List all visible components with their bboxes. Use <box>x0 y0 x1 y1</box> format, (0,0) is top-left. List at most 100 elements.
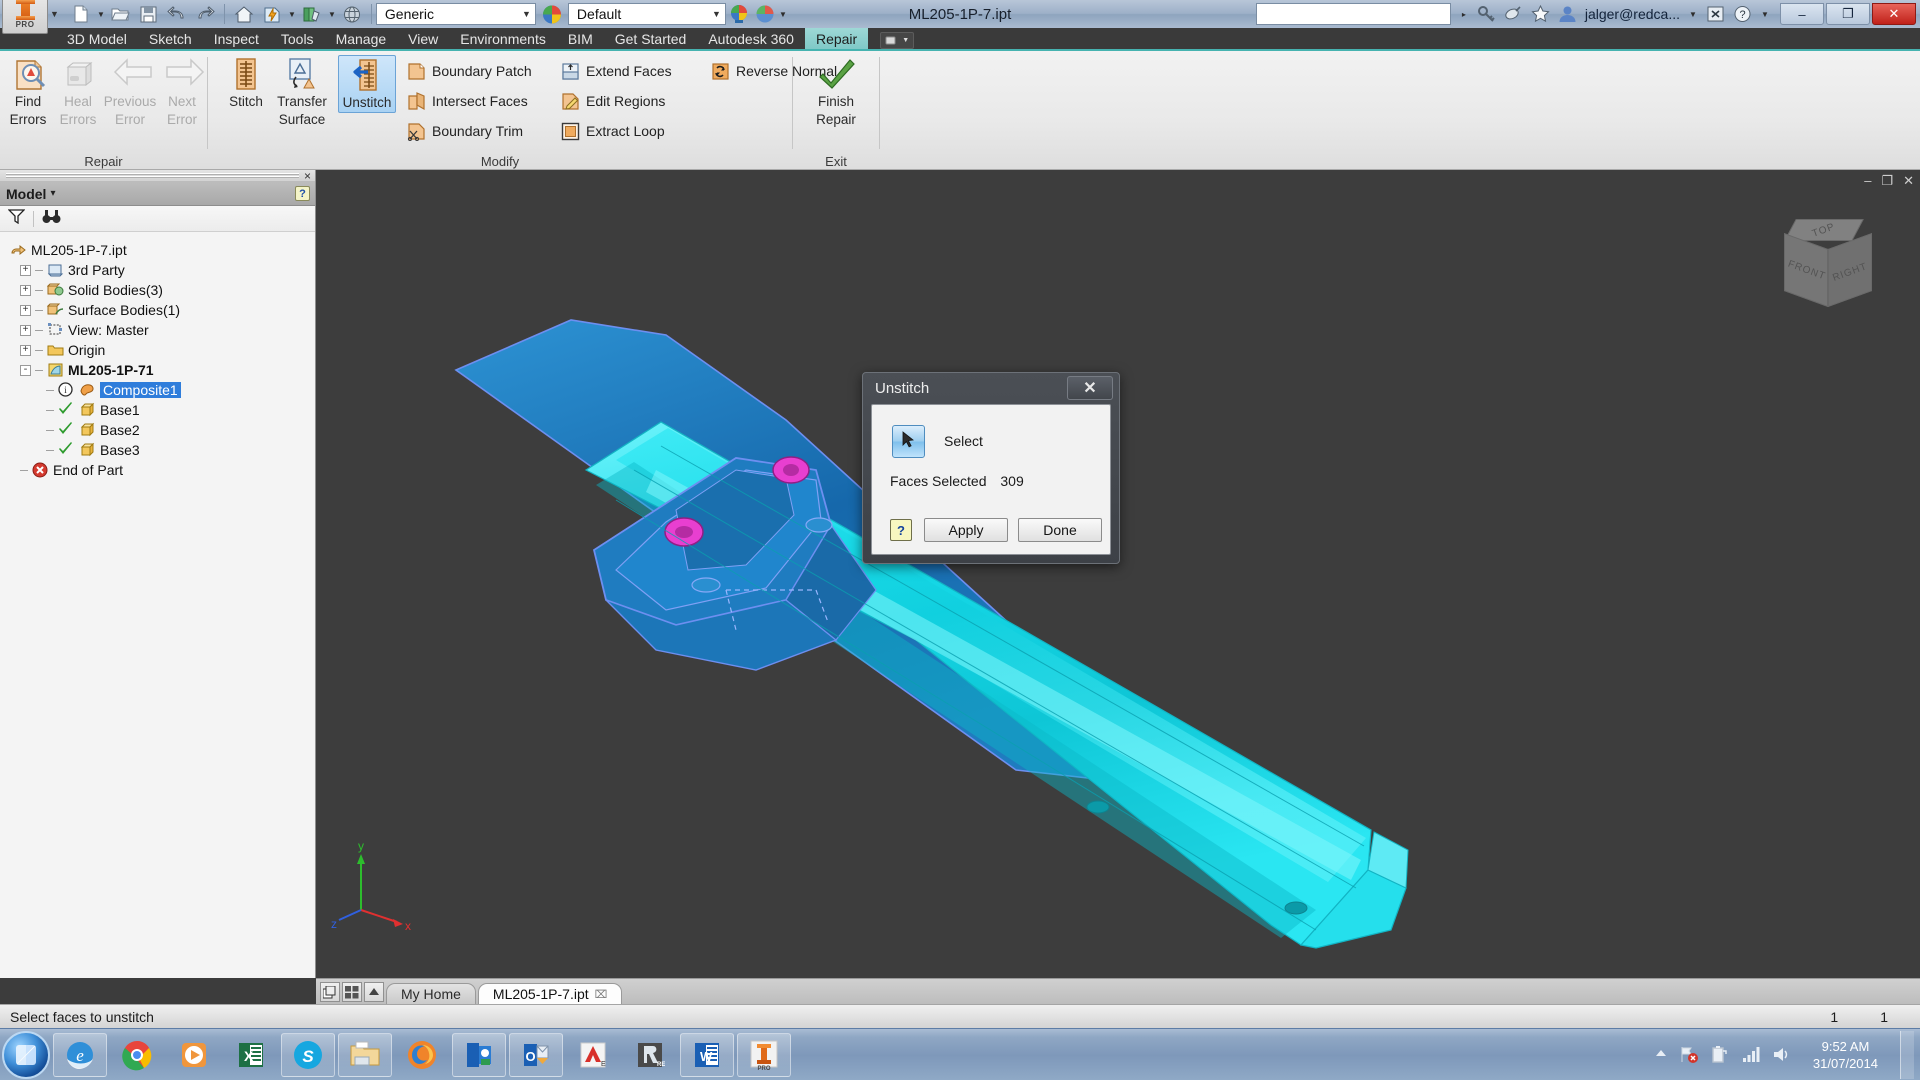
key-icon[interactable] <box>1477 5 1496 24</box>
tree-item-base2[interactable]: Base2 <box>6 420 315 440</box>
save-icon[interactable] <box>136 2 162 26</box>
intersect-faces-item[interactable]: Intersect Faces <box>404 89 531 113</box>
tab-get-started[interactable]: Get Started <box>604 28 698 49</box>
window-close-button[interactable]: ✕ <box>1872 3 1916 25</box>
update-icon[interactable] <box>259 2 285 26</box>
start-button[interactable] <box>2 1030 50 1079</box>
battery-icon[interactable] <box>1710 1045 1729 1064</box>
inventor-pro-icon[interactable]: PRO <box>2 0 48 34</box>
redo-icon[interactable] <box>192 2 218 26</box>
revit-icon[interactable]: REV <box>623 1033 677 1077</box>
graphics-viewport[interactable]: – ❐ ✕ TOP FRONT RIGHT y x z Unstitch ✕ S… <box>316 170 1920 978</box>
next-error-button[interactable]: Next Error <box>158 57 206 127</box>
tab-bim[interactable]: BIM <box>557 28 604 49</box>
tab-close-icon[interactable]: ⌧ <box>595 988 608 1001</box>
dialog-title-bar[interactable]: Unstitch ✕ <box>863 373 1119 403</box>
tab-view[interactable]: View <box>397 28 449 49</box>
viewport-close-button[interactable]: ✕ <box>1903 173 1914 189</box>
tree-expander-5[interactable]: + <box>20 344 31 356</box>
chevron-down-icon-browser[interactable]: ▾ <box>50 188 55 199</box>
dialog-close-button[interactable]: ✕ <box>1067 376 1113 400</box>
user-account-label[interactable]: jalger@redca... <box>1585 6 1680 22</box>
viewport-restore-button[interactable]: ❐ <box>1881 173 1893 189</box>
inventor-icon[interactable]: PRO <box>737 1032 791 1077</box>
material-library-icon[interactable] <box>299 2 325 26</box>
volume-icon[interactable] <box>1772 1045 1791 1064</box>
help-caret-icon[interactable]: ▼ <box>1760 10 1770 19</box>
google-chrome-icon[interactable] <box>110 1033 164 1077</box>
previous-error-button[interactable]: Previous Error <box>102 57 158 127</box>
undo-icon[interactable] <box>164 2 190 26</box>
appearance-override-icon[interactable] <box>752 2 778 26</box>
arrange-icon[interactable] <box>342 982 362 1002</box>
filter-icon[interactable] <box>7 209 26 228</box>
material-swatch-icon[interactable] <box>539 2 565 26</box>
tree-item-view-master[interactable]: + View: Master <box>6 320 315 340</box>
ribbon-display-options-button[interactable]: ▼ <box>880 32 915 49</box>
window-minimize-button[interactable]: – <box>1780 3 1824 25</box>
show-hidden-icons-icon[interactable] <box>1655 1045 1667 1064</box>
boundary-patch-item[interactable]: Boundary Patch <box>404 59 535 83</box>
appearance-swatch-icon[interactable] <box>726 2 752 26</box>
update-caret-icon[interactable]: ▼ <box>287 10 297 19</box>
internet-explorer-icon[interactable]: e <box>53 1032 107 1077</box>
tree-item-3rd-party[interactable]: + 3rd Party <box>6 260 315 280</box>
transfer-surface-button[interactable]: Transfer Surface <box>271 57 333 127</box>
select-faces-button[interactable] <box>892 425 925 458</box>
tree-item-base3[interactable]: Base3 <box>6 440 315 460</box>
taskbar-clock[interactable]: 9:52 AM 31/07/2014 <box>1803 1038 1888 1072</box>
user-icon[interactable] <box>1558 5 1577 24</box>
scroll-up-icon[interactable] <box>364 982 384 1002</box>
tree-expander-2[interactable]: + <box>20 284 31 296</box>
extend-faces-item[interactable]: Extend Faces <box>558 59 675 83</box>
autocad-icon[interactable]: E <box>566 1033 620 1077</box>
word-icon[interactable]: W <box>680 1032 734 1077</box>
tab-sketch[interactable]: Sketch <box>138 28 203 49</box>
find-binoculars-icon[interactable] <box>42 209 61 228</box>
tab-environments[interactable]: Environments <box>449 28 557 49</box>
find-errors-button[interactable]: Find Errors <box>2 57 54 127</box>
new-file-caret-icon[interactable]: ▼ <box>96 10 106 19</box>
apply-button[interactable]: Apply <box>924 518 1008 542</box>
tree-item-origin[interactable]: + Origin <box>6 340 315 360</box>
document-tab-ml205-1p-7[interactable]: ML205-1P-7.ipt ⌧ <box>477 983 623 1004</box>
firefox-icon[interactable] <box>395 1033 449 1077</box>
dialog-help-button[interactable]: ? <box>890 519 912 541</box>
tree-item-ml205-1p-7-ipt[interactable]: ML205-1P-7.ipt <box>6 240 315 260</box>
home-icon[interactable] <box>231 2 257 26</box>
star-icon[interactable] <box>1531 4 1550 24</box>
done-button[interactable]: Done <box>1018 518 1102 542</box>
tab-3d-model[interactable]: 3D Model <box>56 28 138 49</box>
tile-windows-icon[interactable] <box>320 982 340 1002</box>
show-desktop-button[interactable] <box>1900 1030 1914 1079</box>
help-icon[interactable]: ? <box>1733 5 1752 24</box>
tree-item-base1[interactable]: Base1 <box>6 400 315 420</box>
tree-item-solid-bodies[interactable]: + Solid Bodies(3) <box>6 280 315 300</box>
search-input[interactable] <box>1255 3 1451 25</box>
appearance-globe-icon[interactable] <box>339 2 365 26</box>
browser-close-icon[interactable]: × <box>304 169 311 183</box>
view-cube[interactable]: TOP FRONT RIGHT <box>1776 215 1872 311</box>
outlook-icon[interactable]: O <box>509 1032 563 1077</box>
finish-repair-button[interactable]: Finish Repair <box>807 57 865 127</box>
window-maximize-button[interactable]: ❐ <box>1826 3 1870 25</box>
new-file-icon[interactable] <box>68 2 94 26</box>
unstitch-dialog[interactable]: Unstitch ✕ Select Faces Selected 309 ? A… <box>862 372 1120 564</box>
tree-item-ml205-1p-71[interactable]: - ML205-1P-71 <box>6 360 315 380</box>
tab-autodesk-360[interactable]: Autodesk 360 <box>697 28 805 49</box>
part-geometry[interactable]: y x z <box>316 170 1920 978</box>
edit-regions-item[interactable]: Edit Regions <box>558 89 668 113</box>
browser-drag-grip[interactable]: × <box>0 169 315 183</box>
search-caret-icon[interactable]: ▸ <box>1459 10 1469 19</box>
extract-loop-item[interactable]: Extract Loop <box>558 119 668 143</box>
tree-expander-3[interactable]: + <box>20 304 31 316</box>
tree-expander-6[interactable]: - <box>20 364 31 376</box>
tab-inspect[interactable]: Inspect <box>203 28 270 49</box>
signal-icon[interactable] <box>1741 1045 1760 1064</box>
heal-errors-button[interactable]: Heal Errors <box>52 57 104 127</box>
tab-tools[interactable]: Tools <box>270 28 325 49</box>
stitch-button[interactable]: Stitch <box>220 57 272 109</box>
appearance-caret-icon[interactable]: ▼ <box>778 10 788 19</box>
document-tab-my-home[interactable]: My Home <box>386 983 476 1004</box>
unstitch-button[interactable]: Unstitch <box>338 55 396 113</box>
